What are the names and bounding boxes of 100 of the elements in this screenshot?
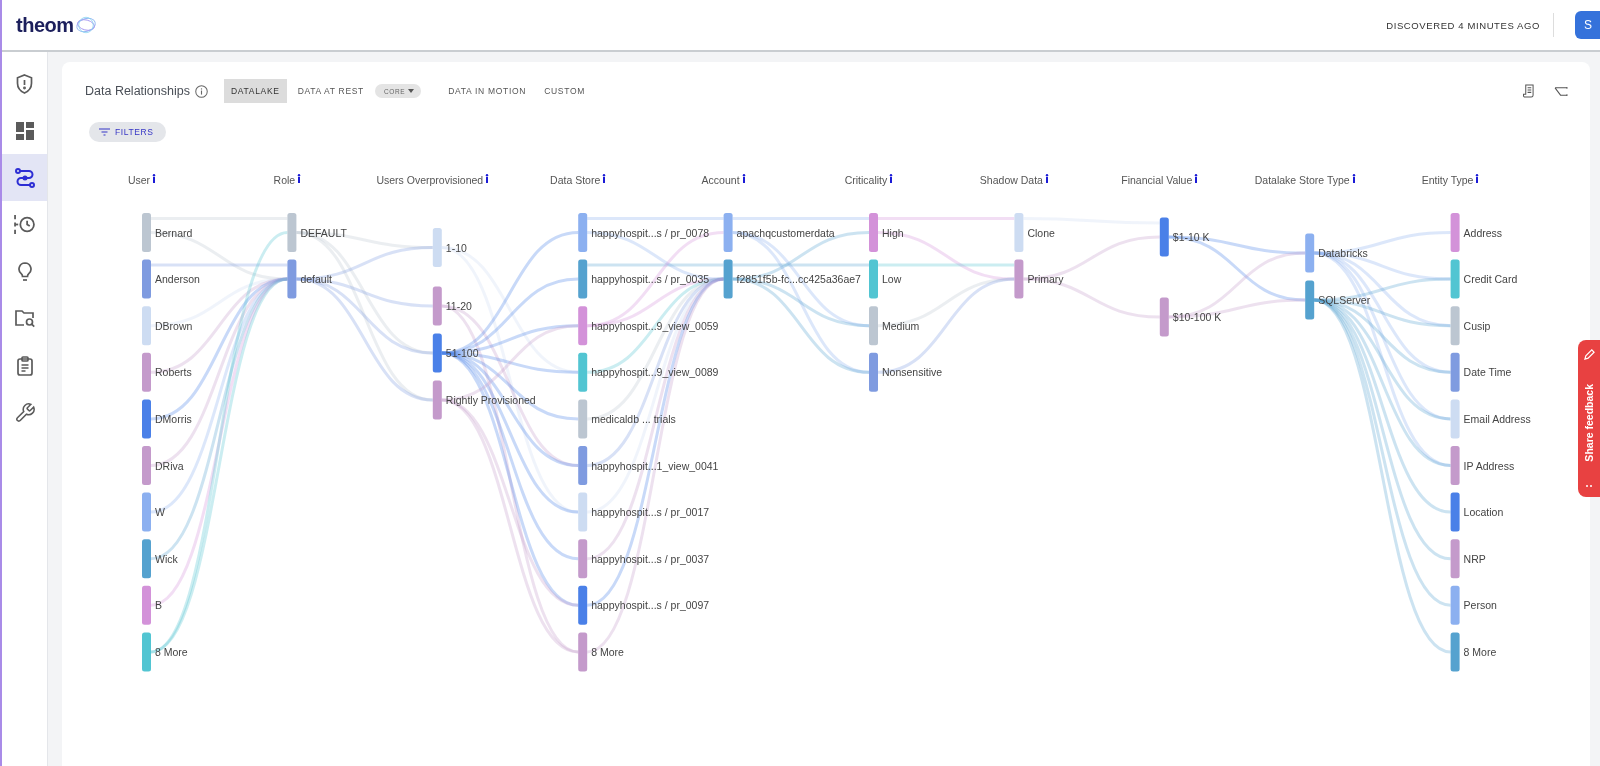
node-bar[interactable]: [1450, 632, 1460, 672]
node-bar[interactable]: [287, 213, 297, 252]
node-bar[interactable]: [142, 399, 151, 439]
node-bar[interactable]: [432, 333, 442, 373]
node-bar[interactable]: [1450, 352, 1460, 392]
info-icon[interactable]: [602, 174, 607, 183]
column-header: Account: [701, 173, 740, 187]
node-bar[interactable]: [578, 213, 588, 252]
feedback-label: Share feedback: [1583, 383, 1595, 462]
node-label: Anderson: [155, 272, 200, 288]
node-label: happyhospit...s / pr_0037: [591, 551, 710, 567]
branch-icon[interactable]: [1554, 85, 1568, 97]
node-bar[interactable]: [142, 446, 151, 485]
feedback-tab[interactable]: Share feedback: [1578, 340, 1600, 497]
node-bar[interactable]: [578, 399, 588, 439]
view-tab[interactable]: CUSTOM: [537, 79, 593, 103]
info-icon[interactable]: [1475, 174, 1480, 183]
node-bar[interactable]: [1014, 259, 1024, 299]
node-bar[interactable]: [578, 352, 588, 392]
node-bar[interactable]: [1014, 213, 1024, 252]
node-bar[interactable]: [142, 306, 151, 346]
node-label: happyhospit...s / pr_0017: [591, 505, 710, 521]
node-bar[interactable]: [142, 585, 151, 625]
node-label: IP Address: [1463, 458, 1515, 474]
node-bar[interactable]: [142, 213, 151, 252]
node-bar[interactable]: [578, 306, 588, 346]
node-bar[interactable]: [1450, 259, 1460, 299]
node-bar[interactable]: [578, 446, 588, 485]
column-header: Financial Value: [1121, 173, 1193, 187]
node-bar[interactable]: [1450, 492, 1460, 532]
node-label: happyhospit...s / pr_0035: [591, 272, 710, 288]
node-bar[interactable]: [578, 492, 588, 532]
nav-button[interactable]: [2, 154, 47, 201]
node-label: Person: [1463, 598, 1497, 614]
node-bar[interactable]: [578, 632, 588, 672]
node-bar[interactable]: [869, 259, 878, 299]
pencil-icon: [1583, 349, 1595, 360]
info-icon[interactable]: [485, 174, 490, 183]
node-bar[interactable]: [1450, 399, 1460, 439]
swirl-icon: [74, 15, 97, 35]
node-bar[interactable]: [1450, 306, 1460, 346]
node-label: Rightly Provisioned: [445, 393, 536, 408]
view-tab[interactable]: DATA AT REST: [290, 79, 371, 103]
info-icon[interactable]: [1044, 174, 1049, 183]
node-bar[interactable]: [142, 259, 151, 299]
column-header: Datalake Store Type: [1254, 173, 1350, 187]
node-bar[interactable]: [1450, 213, 1460, 252]
node-bar[interactable]: [578, 259, 588, 299]
node-bar[interactable]: [723, 259, 733, 299]
node-bar[interactable]: [869, 213, 878, 252]
document-icon[interactable]: [1523, 84, 1534, 98]
info-icon[interactable]: [297, 174, 302, 183]
node-bar[interactable]: [869, 352, 878, 392]
node-bar[interactable]: [1305, 233, 1315, 273]
node-label: Location: [1463, 505, 1504, 521]
info-icon[interactable]: [152, 174, 157, 183]
info-icon[interactable]: [1194, 174, 1199, 183]
node-bar[interactable]: [578, 585, 588, 625]
shield-icon: [16, 73, 33, 94]
node-label: 1-10: [445, 240, 467, 256]
lightbulb-icon: [17, 261, 32, 282]
node-label: Nonsensitive: [882, 365, 943, 381]
view-tab[interactable]: DATA IN MOTION: [441, 79, 534, 103]
node-bar[interactable]: [1450, 446, 1460, 485]
node-label: happyhospit...9_view_0059: [591, 318, 719, 334]
info-icon[interactable]: [1351, 174, 1356, 183]
node-label: Wick: [155, 551, 178, 567]
node-label: Email Address: [1463, 411, 1531, 427]
node-label: happyhospit...1_view_0041: [591, 458, 719, 474]
node-bar[interactable]: [869, 306, 878, 346]
node-bar[interactable]: [1450, 585, 1460, 625]
node-bar[interactable]: [432, 286, 442, 326]
node-bar[interactable]: [142, 492, 151, 532]
node-bar[interactable]: [1159, 217, 1169, 257]
column-header: Criticality: [844, 173, 888, 187]
node-bar[interactable]: [142, 352, 151, 392]
node-label: 8 More: [591, 644, 624, 660]
dashboard-icon: [15, 121, 34, 140]
logo-text: theom: [16, 13, 74, 37]
view-tab[interactable]: DATALAKE: [223, 79, 287, 103]
info-icon[interactable]: [194, 84, 208, 98]
info-icon[interactable]: [741, 174, 746, 183]
avatar-button[interactable]: S: [1575, 11, 1600, 39]
node-bar[interactable]: [1305, 280, 1315, 320]
node-label: Cusip: [1463, 318, 1491, 334]
node-bar[interactable]: [578, 539, 588, 579]
node-label: NRP: [1463, 551, 1486, 567]
node-bar[interactable]: [432, 380, 442, 420]
node-label: Date Time: [1463, 365, 1512, 381]
node-bar[interactable]: [142, 539, 151, 579]
node-bar[interactable]: [723, 213, 733, 252]
node-bar[interactable]: [287, 259, 297, 299]
node-bar[interactable]: [432, 228, 442, 267]
info-icon[interactable]: [889, 174, 894, 183]
node-label: $1-10 K: [1172, 230, 1210, 245]
node-bar[interactable]: [142, 632, 151, 672]
node-label: happyhospit...9_view_0089: [591, 365, 719, 381]
node-bar[interactable]: [1159, 297, 1169, 337]
filters-button[interactable]: FILTERS: [89, 122, 166, 142]
node-bar[interactable]: [1450, 539, 1460, 579]
